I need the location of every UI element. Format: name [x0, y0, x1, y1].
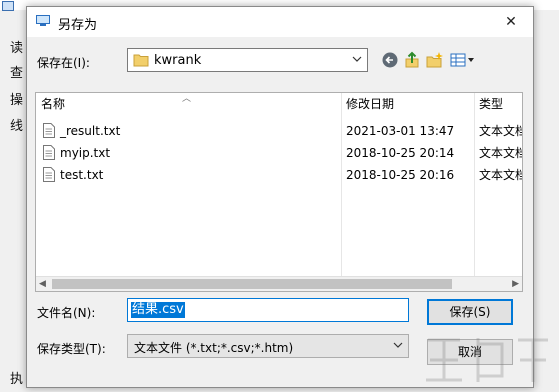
folder-icon — [133, 54, 149, 67]
file-date: 2018-10-25 20:14 — [346, 146, 455, 160]
text-file-icon — [43, 123, 55, 138]
app-icon — [2, 1, 14, 11]
filetype-value: 文本文件 (*.txt;*.csv;*.htm) — [134, 341, 294, 355]
file-row[interactable]: test.txt 2018-10-25 20:16 文本文档 — [36, 164, 522, 186]
background-label-4: 线 — [10, 119, 24, 134]
horizontal-scrollbar[interactable]: ◀ ▶ — [36, 276, 522, 291]
file-name: myip.txt — [60, 146, 111, 160]
dialog-icon — [36, 15, 50, 26]
filetype-dropdown[interactable]: 文本文件 (*.txt;*.csv;*.htm) — [127, 334, 409, 358]
save-in-dropdown[interactable]: kwrank — [127, 48, 368, 72]
background-label-1: 读 — [10, 41, 24, 56]
up-folder-icon[interactable] — [403, 51, 423, 69]
file-row[interactable]: myip.txt 2018-10-25 20:14 文本文档 — [36, 142, 522, 164]
background-bottom-label: 执 — [10, 372, 24, 387]
view-menu-icon[interactable] — [449, 51, 475, 69]
scrollbar-thumb[interactable] — [52, 279, 452, 289]
file-type: 文本文档 — [479, 168, 523, 182]
file-list[interactable]: 名称 ︿ 修改日期 类型 _result.txt 2021-03-01 13:4… — [35, 92, 523, 292]
background-label-2: 查 — [10, 66, 24, 81]
text-file-icon — [43, 145, 55, 160]
file-name: test.txt — [60, 168, 104, 182]
save-in-label: 保存在(I): — [37, 56, 90, 70]
file-type: 文本文档 — [479, 146, 523, 160]
column-header-type[interactable]: 类型 — [474, 93, 522, 115]
chevron-down-icon — [352, 56, 362, 62]
dialog-titlebar: 另存为 ✕ — [27, 7, 533, 37]
filename-input[interactable]: 结果.csv — [127, 298, 409, 322]
file-name: _result.txt — [60, 124, 121, 138]
save-in-value: kwrank — [154, 53, 202, 68]
filename-label: 文件名(N): — [37, 306, 96, 320]
save-button[interactable]: 保存(S) — [427, 299, 513, 325]
chevron-down-icon — [393, 342, 403, 348]
file-date: 2018-10-25 20:16 — [346, 168, 455, 182]
column-header-date[interactable]: 修改日期 — [341, 93, 474, 115]
background-label-3: 操 — [10, 93, 24, 108]
close-button[interactable]: ✕ — [489, 7, 533, 37]
sort-up-icon: ︿ — [182, 94, 192, 104]
scroll-right-icon[interactable]: ▶ — [512, 277, 519, 291]
file-row[interactable]: _result.txt 2021-03-01 13:47 文本文档 — [36, 120, 522, 142]
new-folder-icon[interactable] — [425, 51, 445, 69]
filename-value: 结果.csv — [131, 302, 185, 318]
back-icon[interactable] — [381, 51, 401, 69]
watermark-logo — [426, 338, 548, 382]
filetype-label: 保存类型(T): — [37, 342, 106, 356]
file-type: 文本文档 — [479, 124, 523, 138]
scroll-left-icon[interactable]: ◀ — [39, 277, 46, 291]
file-date: 2021-03-01 13:47 — [346, 124, 455, 138]
text-file-icon — [43, 167, 55, 182]
dialog-title: 另存为 — [58, 18, 98, 33]
